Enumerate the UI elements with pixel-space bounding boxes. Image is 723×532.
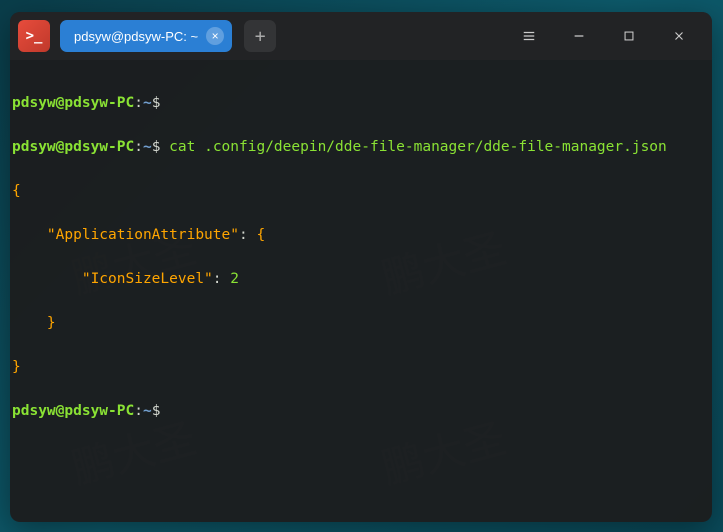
command-line: pdsyw@pdsyw-PC:~$ cat .config/deepin/dde… (12, 136, 712, 158)
output-line: "IconSizeLevel": 2 (12, 268, 712, 290)
new-tab-button[interactable]: + (244, 20, 276, 52)
output-line: "ApplicationAttribute": { (12, 224, 712, 246)
window-controls (504, 12, 704, 60)
minimize-button[interactable] (554, 12, 604, 60)
terminal-window: >_ pdsyw@pdsyw-PC: ~ × + pdsyw@pdsyw-PC:… (10, 12, 712, 522)
titlebar: >_ pdsyw@pdsyw-PC: ~ × + (10, 12, 712, 60)
maximize-button[interactable] (604, 12, 654, 60)
output-line: { (12, 180, 712, 202)
prompt-line: pdsyw@pdsyw-PC:~$ (12, 400, 712, 422)
hamburger-icon (522, 29, 536, 43)
prompt-line: pdsyw@pdsyw-PC:~$ (12, 92, 712, 114)
output-line: } (12, 356, 712, 378)
close-button[interactable] (654, 12, 704, 60)
terminal-body[interactable]: pdsyw@pdsyw-PC:~$ pdsyw@pdsyw-PC:~$ cat … (10, 60, 712, 522)
tab-close-button[interactable]: × (206, 27, 224, 45)
menu-button[interactable] (504, 12, 554, 60)
output-line: } (12, 312, 712, 334)
close-icon (672, 29, 686, 43)
terminal-app-icon: >_ (18, 20, 50, 52)
terminal-tab[interactable]: pdsyw@pdsyw-PC: ~ × (60, 20, 232, 52)
maximize-icon (622, 29, 636, 43)
tab-title: pdsyw@pdsyw-PC: ~ (74, 29, 198, 44)
minimize-icon (572, 29, 586, 43)
